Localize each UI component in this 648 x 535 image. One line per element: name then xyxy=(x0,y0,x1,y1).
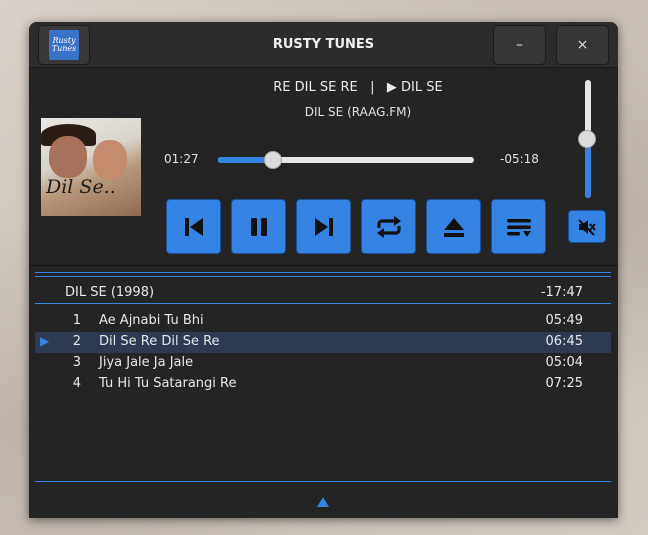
volume-handle[interactable] xyxy=(578,130,596,148)
skip-previous-icon xyxy=(184,217,203,236)
track-title: Tu Hi Tu Satarangi Re xyxy=(99,376,237,391)
track-title: Jiya Jale Ja Jale xyxy=(99,355,194,370)
playlist-button[interactable] xyxy=(491,199,546,254)
play-state-icon: ▶ xyxy=(386,80,397,95)
elapsed-time: 01:27 xyxy=(164,152,199,166)
close-icon: × xyxy=(576,37,589,53)
minimize-button[interactable]: – xyxy=(493,25,546,65)
playlist-bottom-rule xyxy=(35,481,611,482)
track-number: 2 xyxy=(72,334,81,349)
track-row[interactable]: ▶ 2 Dil Se Re Dil Se Re 06:45 xyxy=(35,332,611,353)
section-divider xyxy=(29,265,618,266)
now-playing-title: RE DIL SE RE | ▶ DIL SE xyxy=(229,80,487,95)
skip-next-icon xyxy=(314,217,333,236)
track-title: Ae Ajnabi Tu Bhi xyxy=(99,313,204,328)
track-title: Dil Se Re Dil Se Re xyxy=(99,334,220,349)
playlist-icon xyxy=(506,218,531,237)
playlist-top-rule xyxy=(35,272,611,273)
track-playing-marker: ▶ xyxy=(40,334,50,348)
remaining-time: -05:18 xyxy=(500,152,539,166)
album-header-rule xyxy=(35,303,611,304)
track-number: 1 xyxy=(72,313,81,328)
speaker-muted-icon xyxy=(578,218,596,236)
pause-button[interactable] xyxy=(231,199,286,254)
track-number: 3 xyxy=(72,355,81,370)
track-row[interactable]: 4 Tu Hi Tu Satarangi Re 07:25 xyxy=(35,374,611,395)
repeat-button[interactable] xyxy=(361,199,416,254)
track-duration: 05:49 xyxy=(545,313,583,328)
next-button[interactable] xyxy=(296,199,351,254)
close-button[interactable]: × xyxy=(556,25,609,65)
track-number: 4 xyxy=(72,376,81,391)
track-duration: 07:25 xyxy=(545,376,583,391)
mute-button[interactable] xyxy=(568,210,606,243)
minimize-icon: – xyxy=(516,37,523,53)
seek-handle[interactable] xyxy=(264,151,282,169)
eject-button[interactable] xyxy=(426,199,481,254)
previous-button[interactable] xyxy=(166,199,221,254)
album-header-duration: -17:47 xyxy=(540,285,583,300)
album-header-title: DIL SE (1998) xyxy=(65,285,155,300)
pause-icon xyxy=(250,217,267,236)
expand-toggle-button[interactable] xyxy=(316,496,330,508)
now-playing-album: DIL SE xyxy=(401,80,443,95)
album-cover: Dil Se.. xyxy=(41,118,141,216)
eject-icon xyxy=(443,217,464,237)
now-playing-separator: | xyxy=(370,80,375,95)
cover-title-text: Dil Se.. xyxy=(46,176,116,198)
triangle-up-icon xyxy=(317,497,329,507)
track-duration: 05:04 xyxy=(545,355,583,370)
now-playing-track: RE DIL SE RE xyxy=(273,80,358,95)
titlebar: Rusty Tunes RUSTY TUNES – × xyxy=(29,22,618,68)
track-duration: 06:45 xyxy=(545,334,583,349)
now-playing-source: DIL SE (RAAG.FM) xyxy=(304,105,412,119)
app-window: Rusty Tunes RUSTY TUNES – × Dil Se.. RE … xyxy=(29,22,618,518)
track-row[interactable]: 1 Ae Ajnabi Tu Bhi 05:49 xyxy=(35,311,611,332)
track-row[interactable]: 3 Jiya Jale Ja Jale 05:04 xyxy=(35,353,611,374)
playlist-top-rule-2 xyxy=(35,276,611,277)
repeat-icon xyxy=(376,215,401,238)
